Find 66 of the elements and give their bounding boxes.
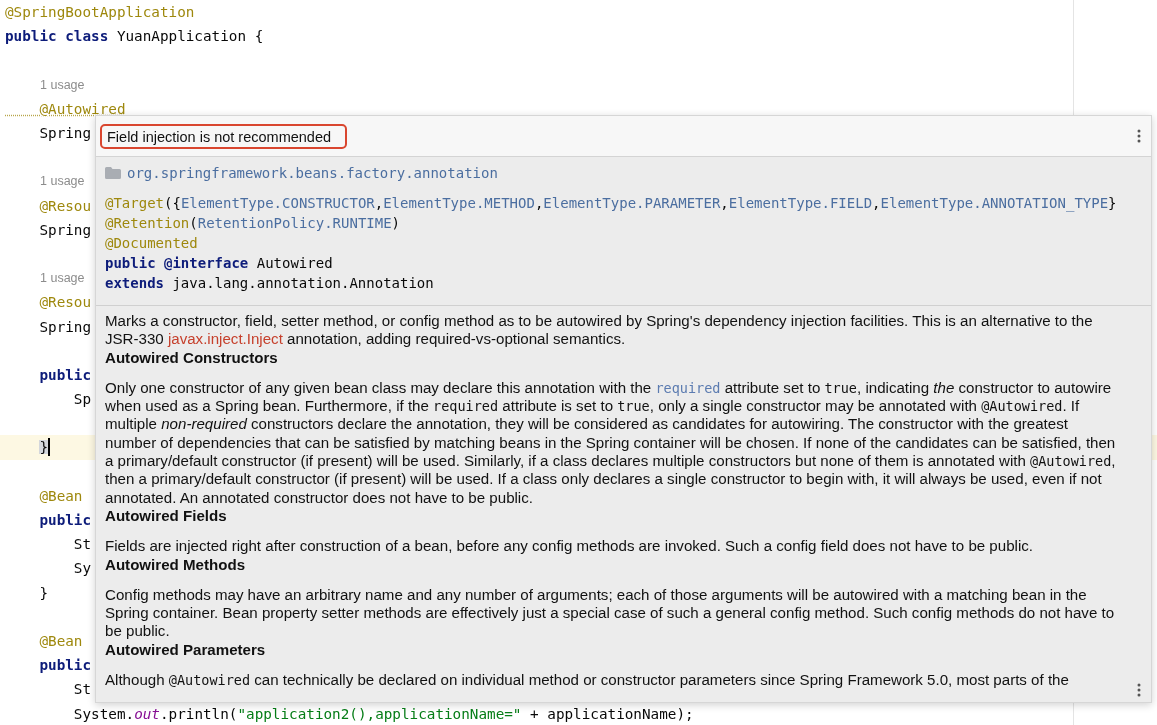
doc-paragraph: Only one constructor of any given bean class may declare this annotation with the required attribute set to true, indicating the constructor to autowire when used as a Spring bean. Furthermore, if the required attribute is set to true, only a single constructor may be annotated with @Autowired. If multiple non-required constructors declare the annotation, they will be considered as candidates for autowiring. The constructor with the greatest number of dependencies that can be satisfied by matching beans in the Spring container will be chosen. If none of the candidates can be satisfied, then a primary/default constructor (if present) will be used. Similarly, if a class declares multiple constructors but none of them is annotated with @Autowired, then a primary/default constructor (if present) will be used. If a class only declares a single constructor to begin with, it will always be used, even if not annotated. An annotated constructor does not have to be public.: [105, 378, 1117, 507]
doc-paragraph: Although @Autowired can technically be declared on individual method or constructor parameters since Spring Framework 5.0, most parts of the: [105, 671, 1070, 690]
code-text: ,: [374, 195, 384, 211]
code-text: public class: [5, 29, 110, 44]
code-text: public: [38, 658, 92, 673]
code-text: public: [38, 513, 92, 528]
code-text: ElementType.METHOD: [383, 195, 535, 211]
code-text: Sy: [72, 561, 92, 576]
code-text: St: [72, 682, 92, 697]
code-text: extends: [105, 275, 165, 291]
code-text: System.: [72, 706, 135, 721]
code-text: 1 usage: [40, 271, 85, 286]
code-text: 1 usage: [40, 174, 85, 189]
code-text: public @interface: [105, 255, 250, 271]
section-heading: Autowired Parameters: [105, 640, 267, 660]
code-text: Autowired: [256, 255, 333, 271]
package-link[interactable]: org.springframework.beans.factory.annotation: [127, 165, 498, 181]
code-text: 1 usage: [40, 77, 85, 92]
code-text: }: [39, 440, 49, 455]
code-text: Sp: [72, 392, 92, 407]
code-text: @Bean: [38, 488, 83, 503]
section-heading: Autowired Fields: [105, 506, 228, 526]
inspection-message: Field injection is not recommended: [100, 123, 348, 149]
code-text: @Target: [105, 195, 164, 211]
code-text: java.lang.annotation.Annotation: [172, 275, 434, 291]
folder-icon: [105, 167, 121, 179]
more-options-icon[interactable]: [1137, 129, 1141, 143]
code-text: + applicationName);: [529, 706, 694, 721]
code-text: ElementType.PARAMETER: [543, 195, 721, 211]
section-heading: Autowired Methods: [105, 555, 247, 574]
code-text: (: [189, 215, 198, 231]
code-text: @Resou: [38, 198, 92, 213]
code-text: ElementType.ANNOTATION_TYPE: [880, 195, 1109, 211]
code-text: RetentionPolicy.RUNTIME: [197, 215, 392, 231]
code-text: ,: [872, 195, 881, 211]
code-text: Spring: [38, 222, 92, 237]
code-text: ElementType.FIELD: [728, 195, 873, 211]
code-text: @Retention: [105, 215, 190, 231]
doc-link[interactable]: required: [655, 379, 721, 396]
code-text: @Bean: [38, 633, 83, 648]
code-text: public: [38, 367, 92, 382]
code-text: Spring: [38, 319, 92, 334]
code-text: ({: [164, 195, 181, 211]
code-text: ,: [534, 195, 544, 211]
code-text: YuanApplication {: [116, 29, 264, 44]
code-text: @Resou: [38, 295, 92, 310]
section-heading: Autowired Constructors: [105, 348, 279, 367]
doc-paragraph: Fields are injected right after construction of a bean, before any config methods are invoked. Such a config field does not have to be public.: [105, 537, 1034, 556]
code-text: ,: [720, 195, 729, 211]
code-text: @SpringBootApplication: [5, 5, 195, 20]
code-text: Spring: [38, 126, 92, 141]
code-text: @Autowired: [38, 101, 126, 116]
doc-paragraph: Config methods may have an arbitrary name and any number of arguments; each of those arguments will be autowired with a matching bean in the Spring container. Bean property setter methods are effectively just a special case of such a general config method. Such config methods do not have to be public.: [105, 585, 1116, 641]
code-text: }: [38, 585, 49, 600]
more-options-icon[interactable]: [1137, 683, 1141, 697]
code-text: "application2(),applicationName=": [237, 706, 522, 721]
doc-link[interactable]: javax.inject.Inject: [167, 330, 283, 348]
code-text: }: [1108, 195, 1117, 211]
doc-paragraph: Marks a constructor, field, setter method, or config method as to be autowired by Spring's dependency injection facilities. This is an alternative to the JSR-330 javax.inject.Inject annotation, adding required-vs-optional semantics.: [105, 312, 1094, 349]
code-text: St: [72, 537, 92, 552]
code-text: ): [391, 215, 401, 231]
code-text: out: [134, 706, 160, 721]
code-text: @Documented: [105, 235, 198, 251]
code-text: ElementType.CONSTRUCTOR: [180, 195, 375, 211]
code-text: .println(: [159, 706, 238, 721]
text-caret: [48, 438, 51, 457]
